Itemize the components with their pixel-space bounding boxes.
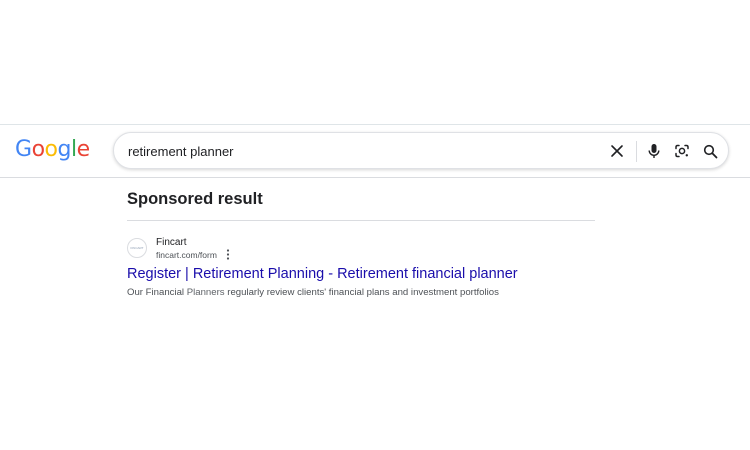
- voice-search-button[interactable]: [643, 140, 665, 162]
- google-logo[interactable]: Google: [15, 134, 90, 166]
- source-text: Fincart fincart.com/form: [156, 236, 231, 261]
- search-box: [113, 132, 729, 169]
- image-search-button[interactable]: [671, 140, 693, 162]
- site-favicon: FINCART: [127, 238, 147, 258]
- clear-search-button[interactable]: [606, 140, 628, 162]
- logo-letter: e: [76, 137, 91, 162]
- more-options-button[interactable]: [225, 249, 231, 261]
- ad-description-text: Our Financial: [127, 287, 187, 298]
- ad-description-text: regularly review clients' financial plan…: [224, 287, 499, 298]
- logo-letter: g: [57, 137, 72, 162]
- logo-letter: G: [15, 137, 32, 162]
- close-icon: [611, 145, 623, 157]
- search-button[interactable]: [699, 140, 721, 162]
- ad-description-highlight: Planners: [186, 287, 225, 298]
- ad-source[interactable]: FINCART Fincart fincart.com/form: [127, 234, 231, 262]
- search-box-separator: [636, 141, 637, 162]
- logo-letter: o: [44, 137, 58, 162]
- ad-description: Our Financial Planners regularly review …: [127, 286, 499, 299]
- results-section: Sponsored result FINCART Fincart fincart…: [127, 188, 597, 298]
- camera-lens-icon: [675, 144, 689, 158]
- display-url: fincart.com/form: [156, 249, 217, 260]
- source-name: Fincart: [156, 236, 187, 248]
- logo-letter: o: [31, 137, 45, 162]
- search-icon: [703, 144, 717, 158]
- search-results-page: Google retirement planner Sponsored resu…: [0, 0, 750, 450]
- source-row: fincart.com/form: [156, 249, 231, 261]
- microphone-icon: [648, 144, 660, 158]
- sponsored-divider: [127, 220, 595, 221]
- more-vert-icon: [226, 249, 230, 260]
- top-divider: [0, 124, 750, 125]
- ad-title-link[interactable]: Register | Retirement Planning - Retirem…: [127, 264, 518, 284]
- header-divider: [0, 177, 750, 178]
- search-input[interactable]: [128, 141, 598, 161]
- sponsored-heading: Sponsored result: [127, 190, 263, 208]
